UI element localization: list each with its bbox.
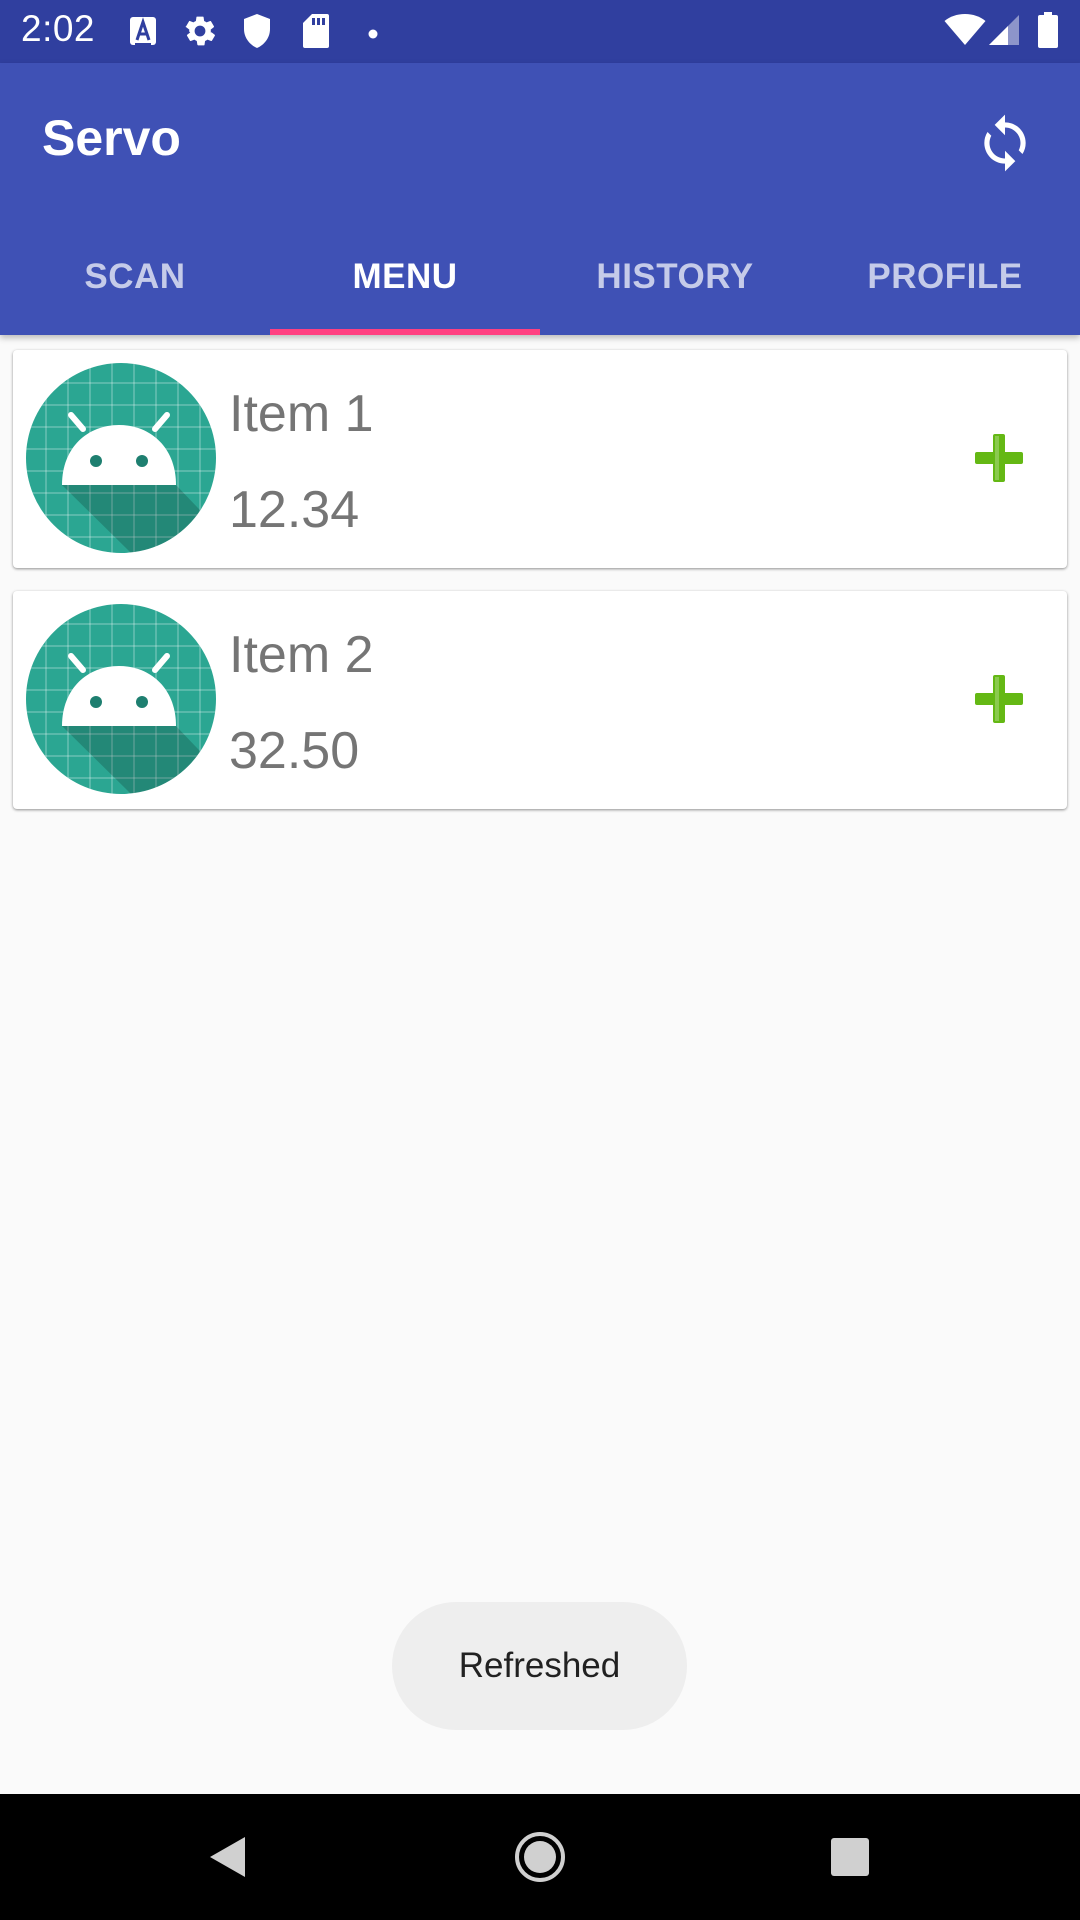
back-icon — [210, 1837, 245, 1877]
toast-message: Refreshed — [392, 1602, 687, 1730]
recents-icon — [831, 1838, 869, 1876]
toast-text: Refreshed — [458, 1646, 621, 1685]
menu-item-card[interactable]: Item 2 32.50 — [13, 591, 1067, 809]
android-icon — [26, 604, 216, 794]
menu-item-card[interactable]: Item 1 12.34 — [13, 350, 1067, 568]
app-bar: Servo SCAN MENU HISTORY PROFILE — [0, 63, 1080, 335]
plus-icon — [975, 434, 1023, 482]
item-name: Item 2 — [229, 626, 374, 684]
tab-history[interactable]: HISTORY — [540, 240, 810, 335]
status-bar: 2:02 — [0, 0, 1080, 63]
tab-profile[interactable]: PROFILE — [810, 240, 1080, 335]
back-button[interactable] — [190, 1794, 264, 1920]
refresh-button[interactable] — [968, 93, 1042, 193]
wifi-icon — [944, 14, 986, 51]
tab-menu[interactable]: MENU — [270, 240, 540, 335]
screen: 2:02 Servo SCAN MENU HISTORY PROFILE Ite… — [0, 0, 1080, 1920]
dot-icon — [368, 26, 378, 44]
home-button[interactable] — [500, 1794, 580, 1920]
item-price: 32.50 — [229, 722, 360, 780]
sync-icon — [984, 114, 1026, 172]
recents-button[interactable] — [812, 1794, 888, 1920]
shield-icon — [242, 13, 272, 54]
item-name: Item 1 — [229, 385, 374, 443]
gear-icon — [182, 13, 218, 54]
battery-icon — [1038, 12, 1058, 53]
tab-label: PROFILE — [867, 257, 1023, 296]
tab-label: MENU — [352, 257, 458, 296]
tab-bar: SCAN MENU HISTORY PROFILE — [0, 240, 1080, 335]
sd-card-icon — [302, 13, 330, 54]
android-icon — [26, 363, 216, 553]
font-icon — [128, 15, 158, 54]
app-title: Servo — [42, 110, 181, 166]
add-item-button[interactable] — [971, 430, 1027, 486]
navigation-bar — [0, 1794, 1080, 1920]
item-price: 12.34 — [229, 481, 360, 539]
tab-label: HISTORY — [596, 257, 754, 296]
tab-scan[interactable]: SCAN — [0, 240, 270, 335]
status-time: 2:02 — [21, 8, 96, 49]
signal-icon — [988, 14, 1020, 51]
home-icon — [515, 1832, 565, 1882]
tab-label: SCAN — [84, 257, 186, 296]
add-item-button[interactable] — [971, 671, 1027, 727]
plus-icon — [975, 675, 1023, 723]
tab-indicator — [270, 329, 540, 335]
